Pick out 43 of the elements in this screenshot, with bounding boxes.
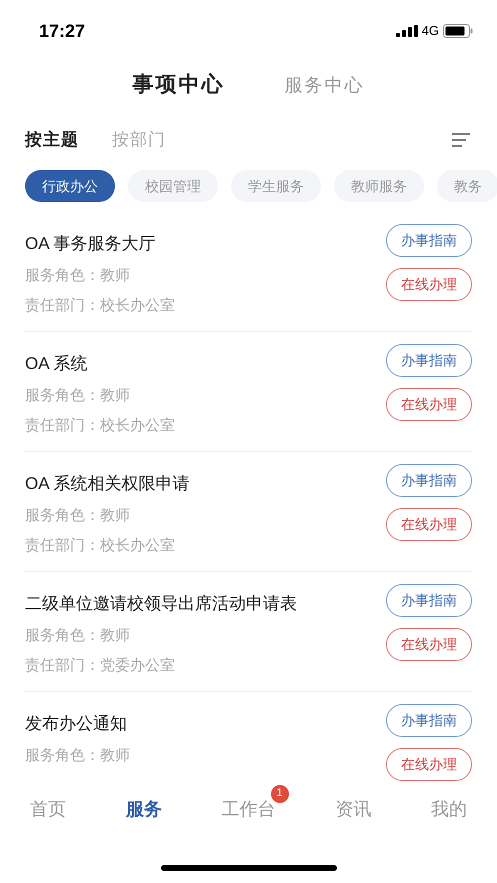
service-role: 服务角色：教师 <box>25 386 131 406</box>
header-tab[interactable]: 服务中心 <box>284 72 364 98</box>
department: 责任部门：党委办公室 <box>25 656 176 676</box>
apply-online-button[interactable]: 在线办理 <box>386 508 472 541</box>
department: 责任部门：校长办公室 <box>25 296 175 316</box>
category-chip[interactable]: 学生服务 <box>231 170 321 202</box>
guide-button[interactable]: 办事指南 <box>386 704 472 737</box>
status-time: 17:27 <box>39 20 86 42</box>
battery-icon <box>443 24 473 38</box>
nav-tab[interactable]: 资讯 <box>335 796 372 822</box>
apply-online-button[interactable]: 在线办理 <box>386 628 472 661</box>
service-role: 服务角色：教师 <box>25 746 130 766</box>
guide-button[interactable]: 办事指南 <box>386 584 472 617</box>
guide-button[interactable]: 办事指南 <box>386 224 472 257</box>
apply-online-button[interactable]: 在线办理 <box>386 268 472 301</box>
service-role: 服务角色：教师 <box>25 506 131 526</box>
department: 责任部门：校长办公室 <box>25 416 175 436</box>
item-title[interactable]: 发布办公通知 <box>25 712 130 736</box>
sort-icon[interactable] <box>451 132 471 148</box>
category-chip[interactable]: 教务 <box>437 170 497 202</box>
category-chip[interactable]: 行政办公 <box>25 170 115 202</box>
notification-badge: 1 <box>270 784 288 802</box>
department: 责任部门：校长办公室 <box>25 536 176 556</box>
apply-online-button[interactable]: 在线办理 <box>386 388 472 421</box>
item-title[interactable]: OA 系统 <box>25 352 175 376</box>
guide-button[interactable]: 办事指南 <box>386 464 472 497</box>
item-title[interactable]: OA 事务服务大厅 <box>25 232 175 256</box>
item-title[interactable]: OA 系统相关权限申请 <box>25 472 190 496</box>
network-label: 4G <box>422 22 439 40</box>
service-role: 服务角色：教师 <box>25 626 131 646</box>
filter-tab[interactable]: 按部门 <box>112 127 166 153</box>
nav-tab[interactable]: 服务 <box>126 796 162 822</box>
signal-icon <box>396 25 418 37</box>
category-chip[interactable]: 校园管理 <box>128 170 218 202</box>
guide-button[interactable]: 办事指南 <box>386 344 472 377</box>
header-tab[interactable]: 事项中心 <box>132 69 224 101</box>
item-title[interactable]: 二级单位邀请校领导出席活动申请表 <box>25 592 297 616</box>
filter-tab[interactable]: 按主题 <box>25 127 79 153</box>
category-chip[interactable]: 教师服务 <box>334 170 424 202</box>
service-role: 服务角色：教师 <box>25 266 131 286</box>
nav-tab[interactable]: 首页 <box>30 796 66 822</box>
nav-tab[interactable]: 我的 <box>431 796 467 822</box>
apply-online-button[interactable]: 在线办理 <box>386 748 472 781</box>
